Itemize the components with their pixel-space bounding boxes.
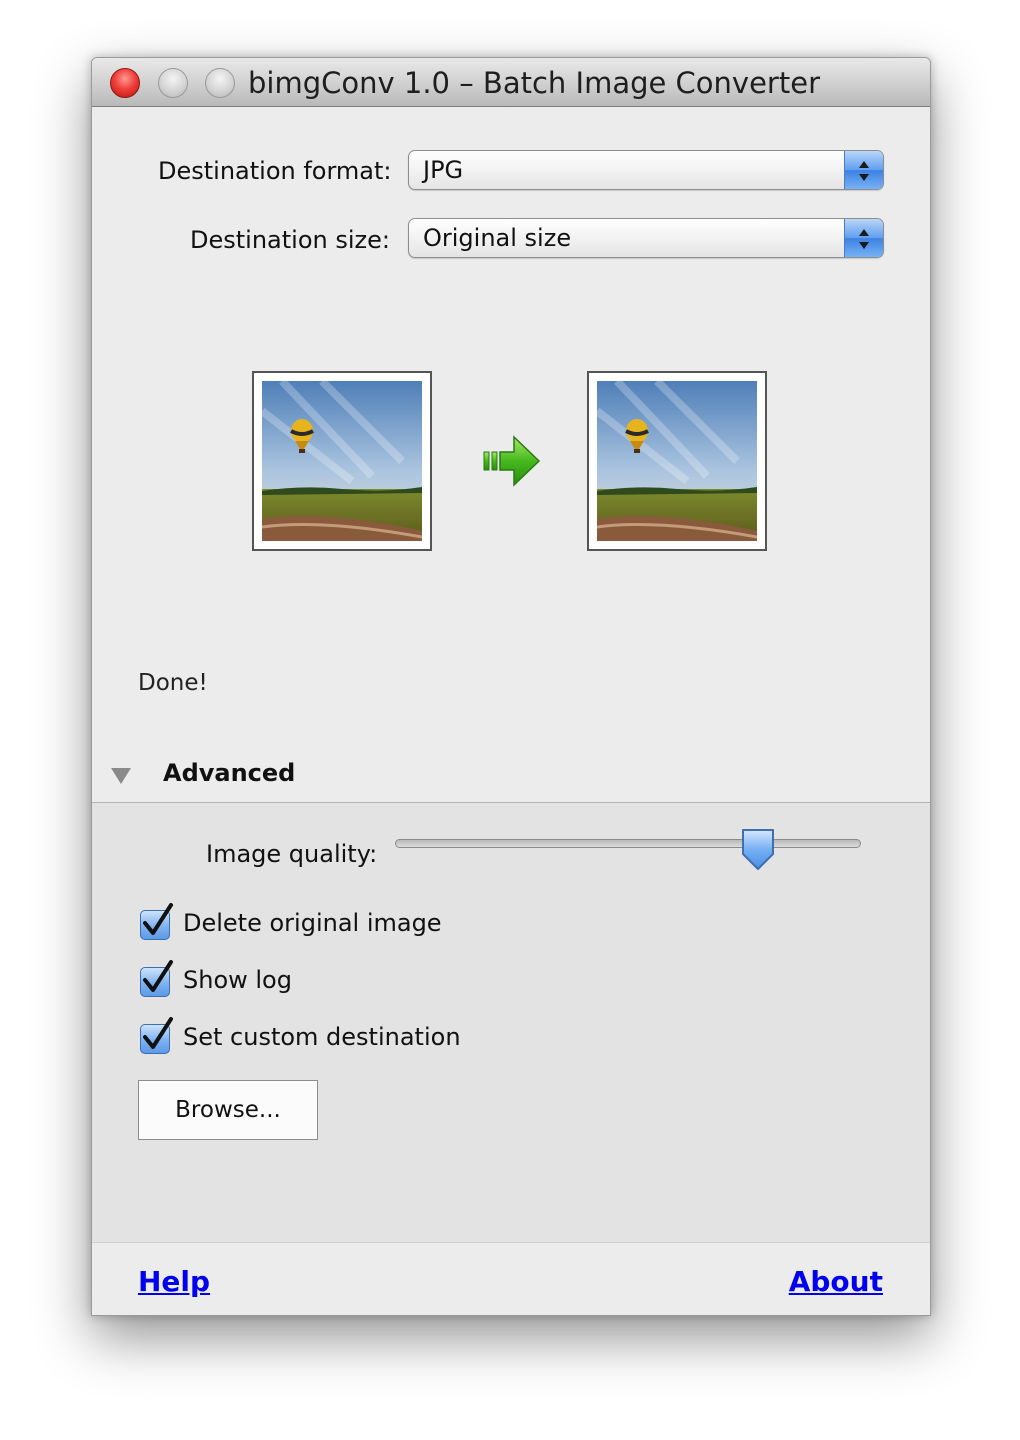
image-quality-slider[interactable] (395, 839, 861, 848)
delete-original-label: Delete original image (183, 909, 442, 937)
disclosure-triangle-icon[interactable] (110, 767, 132, 785)
image-quality-label: Image quality: (206, 840, 378, 868)
app-window: bimgConv 1.0 – Batch Image Converter Des… (91, 57, 931, 1316)
status-text: Done! (138, 670, 208, 696)
delete-original-checkbox[interactable] (140, 903, 173, 940)
help-link[interactable]: Help (138, 1265, 210, 1298)
custom-destination-label: Set custom destination (183, 1023, 461, 1051)
browse-button[interactable]: Browse... (138, 1080, 318, 1140)
format-select[interactable]: JPG (408, 150, 884, 190)
green-arrow-right-icon (483, 435, 541, 487)
show-log-checkbox[interactable] (140, 960, 173, 997)
result-image-thumbnail (587, 371, 767, 551)
checkmark-icon (143, 960, 173, 992)
format-label: Destination format: (158, 157, 392, 185)
format-select-value: JPG (423, 156, 464, 184)
balloon-photo-icon (262, 381, 422, 541)
footer-divider (92, 1242, 930, 1243)
size-label: Destination size: (190, 226, 390, 254)
select-arrows-icon (844, 151, 883, 189)
about-link[interactable]: About (789, 1265, 883, 1298)
custom-destination-checkbox[interactable] (140, 1017, 173, 1054)
minimize-button[interactable] (158, 68, 188, 98)
close-button[interactable] (110, 68, 140, 98)
checkmark-icon (143, 903, 173, 935)
size-select-value: Original size (423, 224, 572, 252)
title-bar[interactable]: bimgConv 1.0 – Batch Image Converter (92, 58, 930, 107)
balloon-photo-icon (597, 381, 757, 541)
source-image-thumbnail (252, 371, 432, 551)
window-title: bimgConv 1.0 – Batch Image Converter (248, 66, 820, 100)
advanced-section-label[interactable]: Advanced (163, 759, 295, 787)
checkmark-icon (143, 1017, 173, 1049)
slider-knob-icon[interactable] (740, 828, 776, 872)
size-select[interactable]: Original size (408, 218, 884, 258)
show-log-label: Show log (183, 966, 292, 994)
zoom-button[interactable] (205, 68, 235, 98)
select-arrows-icon (844, 219, 883, 257)
